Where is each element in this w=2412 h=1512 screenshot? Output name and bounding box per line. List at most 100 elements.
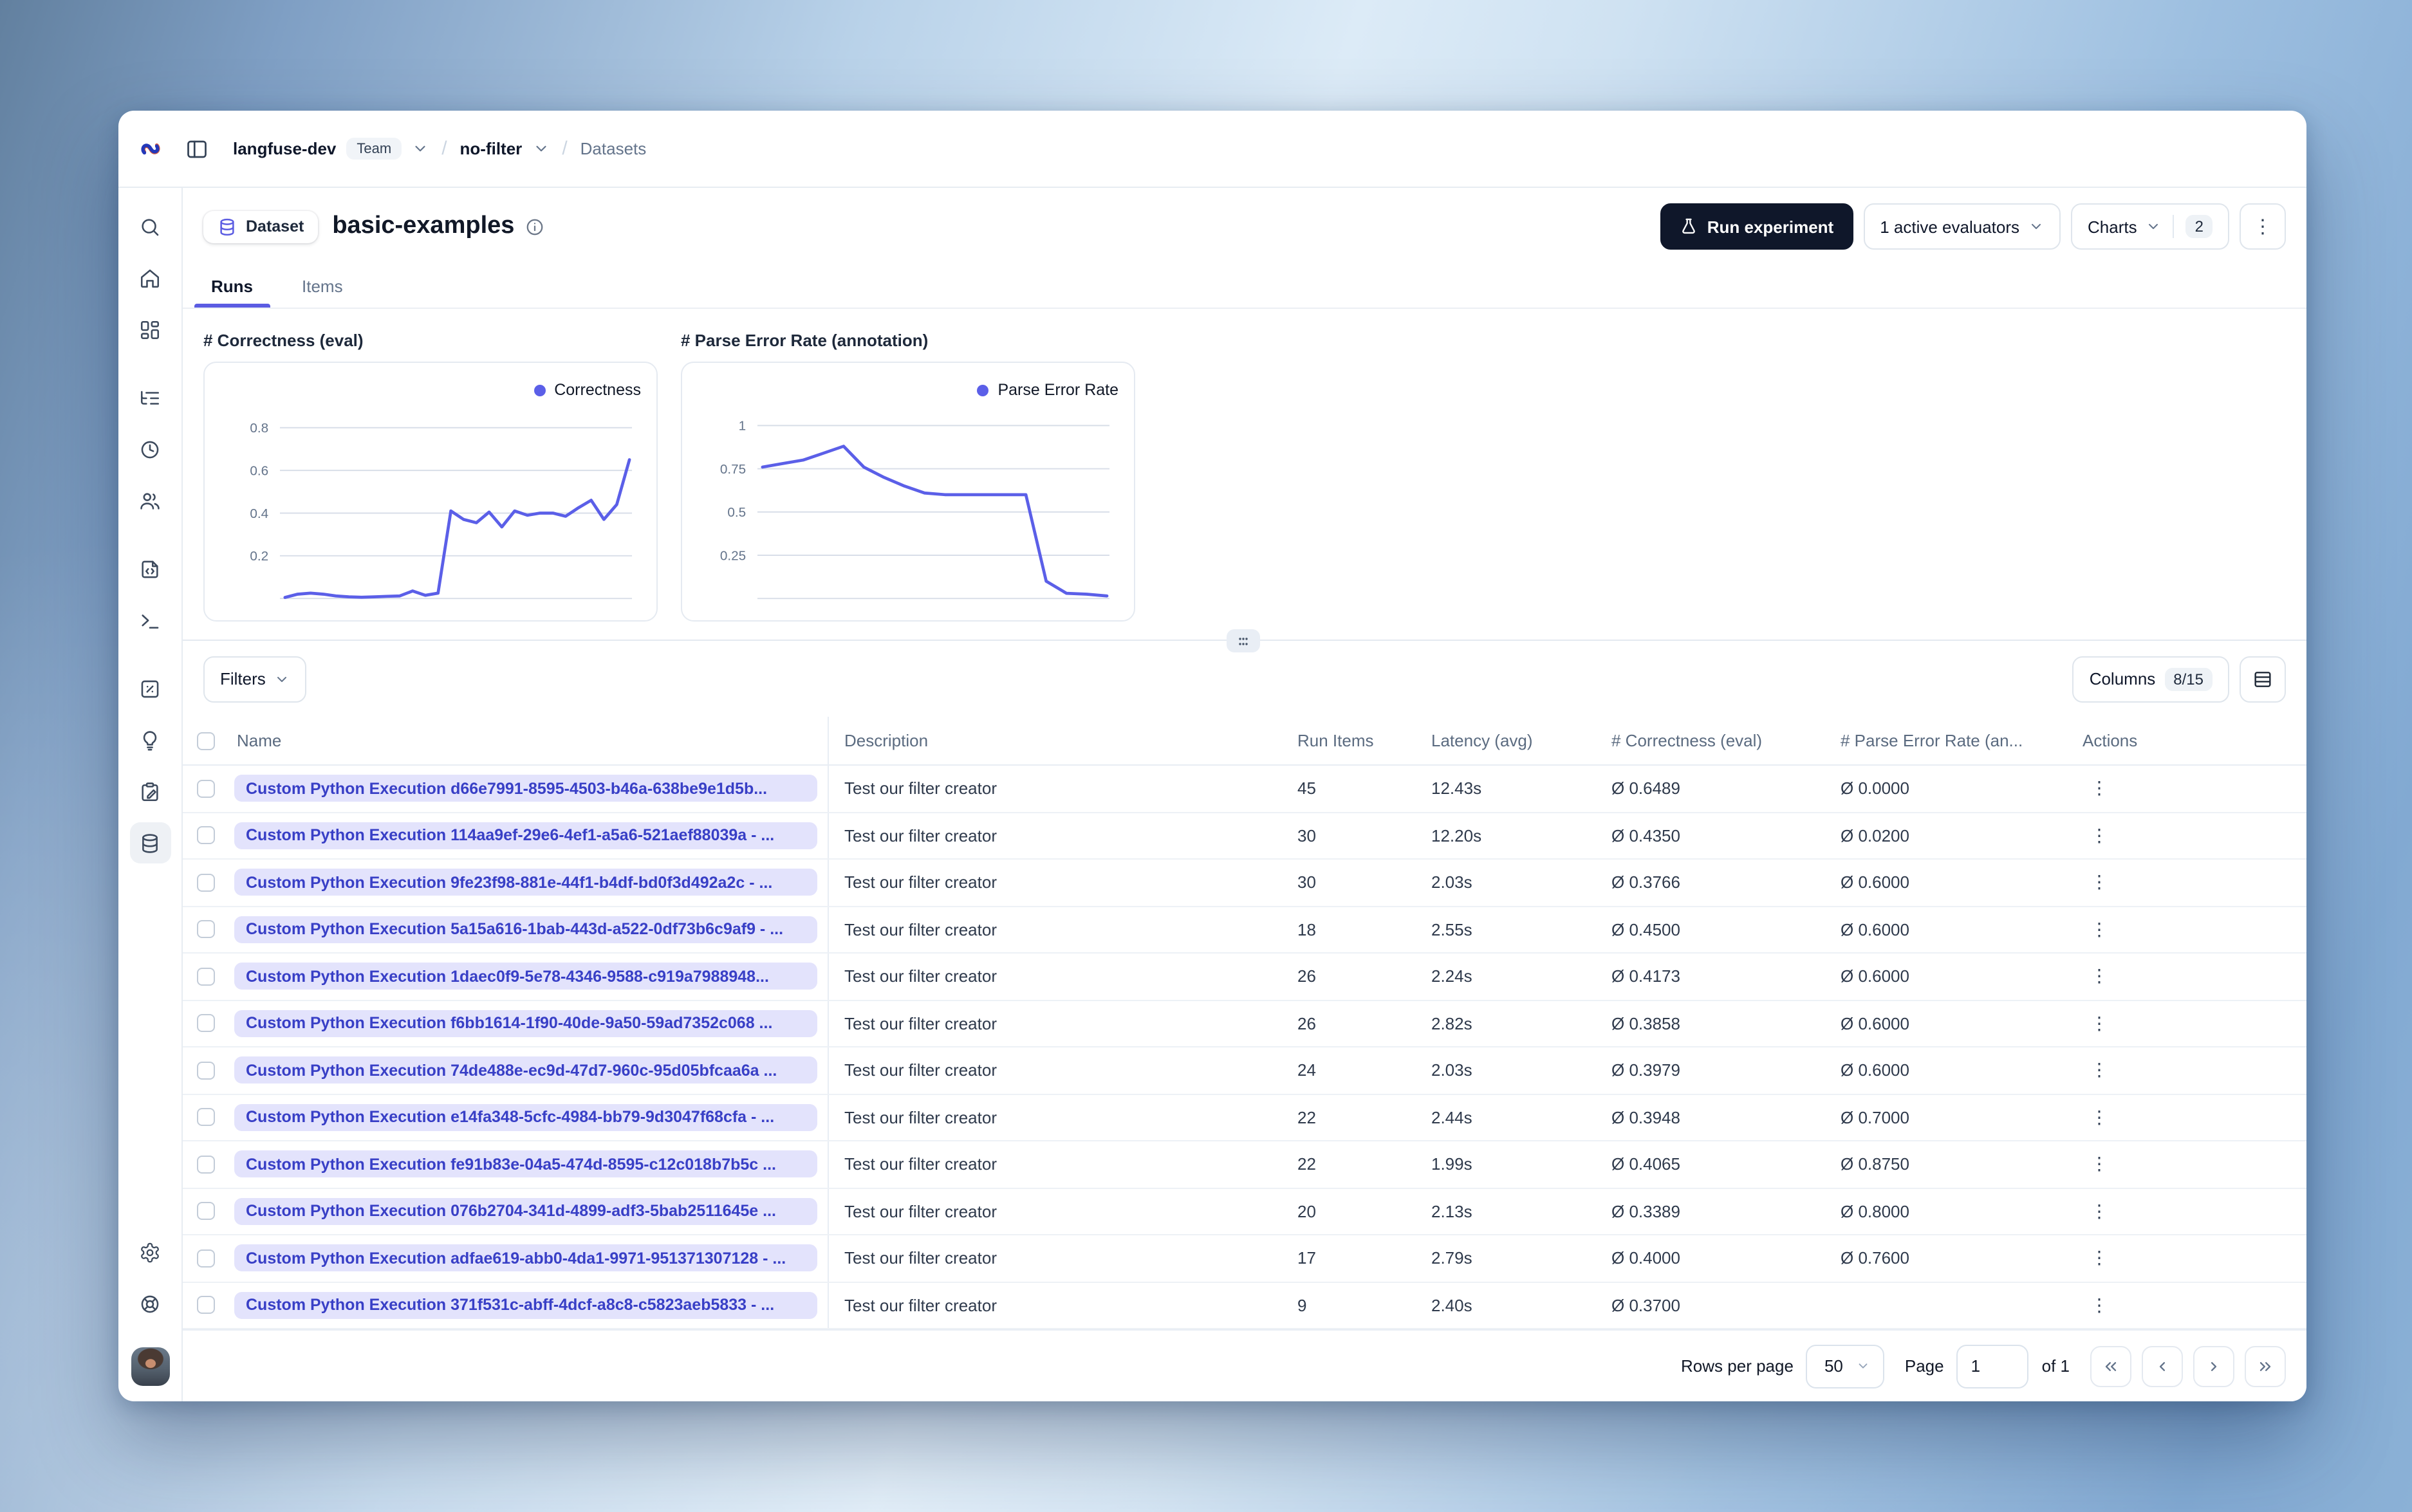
more-actions-button[interactable]: ⋮ xyxy=(2240,203,2286,250)
first-page-button[interactable] xyxy=(2090,1345,2131,1387)
row-checkbox[interactable] xyxy=(197,1108,215,1127)
page-number-input[interactable] xyxy=(1956,1344,2029,1388)
row-actions-menu-button[interactable]: ⋮ xyxy=(2083,1198,2116,1225)
row-actions-menu-button[interactable]: ⋮ xyxy=(2083,1104,2116,1131)
row-actions-menu-button[interactable]: ⋮ xyxy=(2083,1010,2116,1037)
chevron-down-icon xyxy=(1856,1359,1870,1373)
run-name-link[interactable]: Custom Python Execution 371f531c-abff-4d… xyxy=(234,1291,817,1319)
breadcrumb-project[interactable]: no-filter xyxy=(460,139,523,158)
home-icon xyxy=(139,267,161,289)
info-icon[interactable] xyxy=(524,217,544,236)
run-name-link[interactable]: Custom Python Execution 114aa9ef-29e6-4e… xyxy=(234,822,817,849)
column-header-correctness[interactable]: # Correctness (eval) xyxy=(1596,717,1825,764)
run-name-link[interactable]: Custom Python Execution 74de488e-ec9d-47… xyxy=(234,1056,817,1084)
table-header-row: Name Description Run Items Latency (avg)… xyxy=(183,717,2306,766)
run-items-cell: 18 xyxy=(1297,919,1316,939)
run-name-link[interactable]: Custom Python Execution fe91b83e-04a5-47… xyxy=(234,1150,817,1178)
row-actions-menu-button[interactable]: ⋮ xyxy=(2083,775,2116,802)
tab-runs[interactable]: Runs xyxy=(194,275,269,308)
row-checkbox-cell xyxy=(183,1094,229,1140)
row-checkbox[interactable] xyxy=(197,779,215,798)
row-actions-menu-button[interactable]: ⋮ xyxy=(2083,822,2116,849)
sidebar-item-home[interactable] xyxy=(129,257,171,299)
column-header-description[interactable]: Description xyxy=(829,717,1282,764)
run-name-link[interactable]: Custom Python Execution e14fa348-5cfc-49… xyxy=(234,1103,817,1131)
run-description-cell: Test our filter creator xyxy=(844,966,997,986)
row-checkbox[interactable] xyxy=(197,826,215,845)
row-checkbox[interactable] xyxy=(197,1202,215,1221)
row-checkbox[interactable] xyxy=(197,1014,215,1033)
row-actions-menu-button[interactable]: ⋮ xyxy=(2083,916,2116,943)
row-actions-menu-button[interactable]: ⋮ xyxy=(2083,1151,2116,1178)
sidebar-item-search[interactable] xyxy=(129,206,171,247)
sidebar-item-scores[interactable] xyxy=(129,668,171,709)
previous-page-button[interactable] xyxy=(2142,1345,2183,1387)
select-all-checkbox[interactable] xyxy=(197,732,215,750)
run-name-link[interactable]: Custom Python Execution 076b2704-341d-48… xyxy=(234,1197,817,1225)
row-checkbox[interactable] xyxy=(197,1155,215,1174)
row-height-button[interactable] xyxy=(2240,656,2286,702)
chevron-down-icon[interactable] xyxy=(412,140,429,157)
resize-grip-handle[interactable] xyxy=(1227,629,1260,652)
sidebar-item-tracing[interactable] xyxy=(129,377,171,418)
run-items-cell: 30 xyxy=(1297,825,1316,845)
langfuse-logo-icon[interactable] xyxy=(138,138,163,159)
breadcrumb-section[interactable]: Datasets xyxy=(580,139,647,158)
svg-text:0.8: 0.8 xyxy=(250,421,268,436)
columns-button[interactable]: Columns 8/15 xyxy=(2072,656,2229,702)
column-header-latency[interactable]: Latency (avg) xyxy=(1416,717,1596,764)
column-header-name[interactable]: Name xyxy=(229,717,829,764)
row-actions-menu-button[interactable]: ⋮ xyxy=(2083,869,2116,896)
parse-error-rate-cell: Ø 0.0000 xyxy=(1841,779,1909,798)
last-page-button[interactable] xyxy=(2245,1345,2286,1387)
user-avatar[interactable] xyxy=(131,1347,169,1386)
run-items-cell: 26 xyxy=(1297,966,1316,986)
run-name-link[interactable]: Custom Python Execution adfae619-abb0-4d… xyxy=(234,1244,817,1272)
run-name-link[interactable]: Custom Python Execution 9fe23f98-881e-44… xyxy=(234,869,817,896)
row-actions-menu-button[interactable]: ⋮ xyxy=(2083,963,2116,990)
sidebar-item-playground[interactable] xyxy=(129,600,171,641)
sidebar-item-annotation[interactable] xyxy=(129,771,171,812)
table-row: Custom Python Execution 1daec0f9-5e78-43… xyxy=(183,954,2306,1000)
run-name-cell: Custom Python Execution f6bb1614-1f90-40… xyxy=(229,1000,829,1046)
square-percent-icon xyxy=(139,678,161,699)
row-checkbox[interactable] xyxy=(197,920,215,939)
svg-text:0.4: 0.4 xyxy=(250,506,268,521)
sidebar-item-settings[interactable] xyxy=(129,1231,171,1273)
row-actions-menu-button[interactable]: ⋮ xyxy=(2083,1245,2116,1272)
row-checkbox[interactable] xyxy=(197,873,215,892)
row-checkbox[interactable] xyxy=(197,1249,215,1268)
row-checkbox[interactable] xyxy=(197,967,215,986)
parse-error-rate-cell: Ø 0.8000 xyxy=(1841,1201,1909,1221)
row-checkbox[interactable] xyxy=(197,1296,215,1314)
rows-per-page-select[interactable]: 50 xyxy=(1806,1344,1884,1388)
next-page-button[interactable] xyxy=(2193,1345,2234,1387)
charts-dropdown[interactable]: Charts 2 xyxy=(2071,203,2229,250)
run-name-link[interactable]: Custom Python Execution d66e7991-8595-45… xyxy=(234,775,817,802)
column-header-parse-error-rate[interactable]: # Parse Error Rate (an... xyxy=(1825,717,2062,764)
breadcrumb-org[interactable]: langfuse-dev xyxy=(233,139,336,158)
row-actions-menu-button[interactable]: ⋮ xyxy=(2083,1292,2116,1319)
sidebar-item-users[interactable] xyxy=(129,480,171,521)
sidebar-item-prompts[interactable] xyxy=(129,548,171,589)
run-name-link[interactable]: Custom Python Execution f6bb1614-1f90-40… xyxy=(234,1010,817,1037)
row-actions-menu-button[interactable]: ⋮ xyxy=(2083,1057,2116,1084)
column-header-run-items[interactable]: Run Items xyxy=(1282,717,1416,764)
active-evaluators-dropdown[interactable]: 1 active evaluators xyxy=(1863,203,2061,250)
row-checkbox-cell xyxy=(183,907,229,952)
sidebar-item-insights[interactable] xyxy=(129,719,171,761)
sidebar-toggle-button[interactable] xyxy=(183,134,211,163)
run-name-link[interactable]: Custom Python Execution 5a15a616-1bab-44… xyxy=(234,916,817,943)
chevrons-left-icon xyxy=(2102,1357,2120,1375)
run-name-link[interactable]: Custom Python Execution 1daec0f9-5e78-43… xyxy=(234,963,817,990)
row-checkbox[interactable] xyxy=(197,1061,215,1080)
filters-dropdown[interactable]: Filters xyxy=(203,656,307,702)
row-checkbox-cell xyxy=(183,1047,229,1093)
sidebar-item-support[interactable] xyxy=(129,1283,171,1324)
chevron-down-icon[interactable] xyxy=(532,140,549,157)
sidebar-item-datasets[interactable] xyxy=(129,822,171,863)
sidebar-item-sessions[interactable] xyxy=(129,429,171,470)
run-experiment-button[interactable]: Run experiment xyxy=(1660,203,1853,250)
tab-items[interactable]: Items xyxy=(294,275,351,308)
sidebar-item-dashboards[interactable] xyxy=(129,309,171,350)
